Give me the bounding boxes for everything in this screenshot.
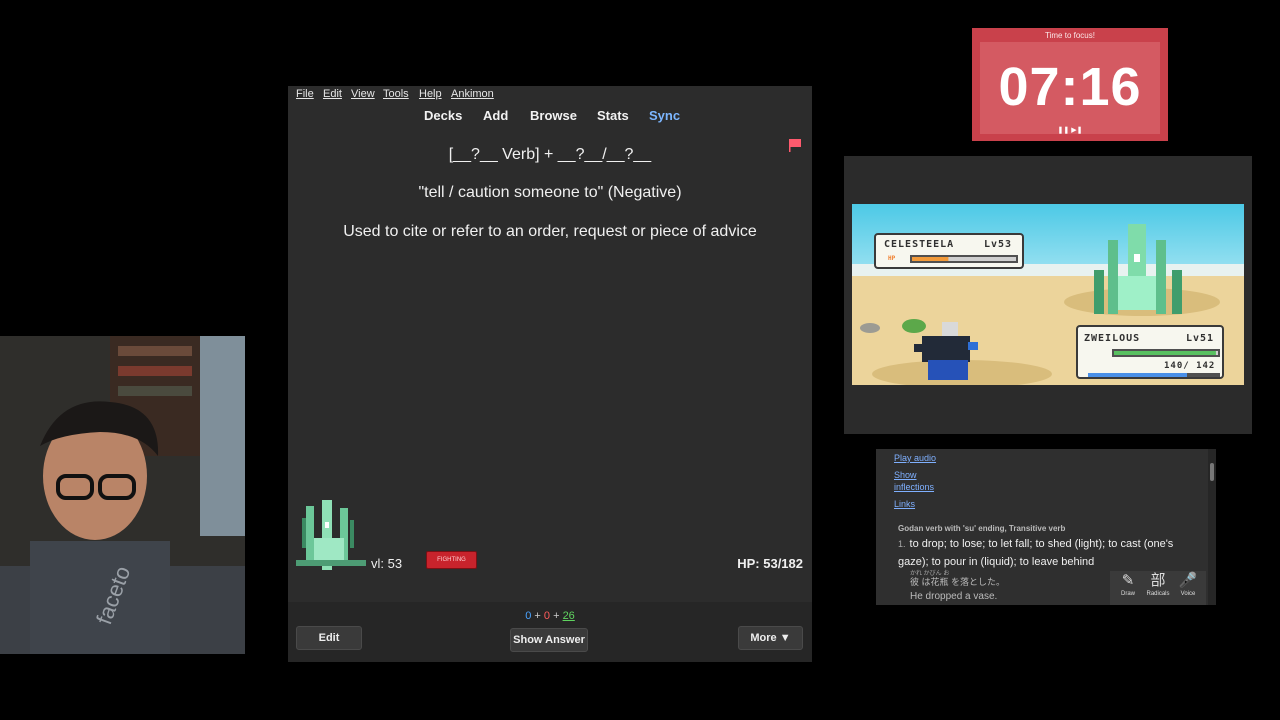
player-name: ZWEILOUS: [1084, 333, 1141, 344]
toolbar-sync[interactable]: Sync: [649, 108, 680, 123]
player-hp-box: ZWEILOUS Lv51 140/ 142: [1076, 325, 1224, 379]
radicals-tool[interactable]: 部 Radicals: [1143, 572, 1173, 598]
example-english: He dropped a vase.: [910, 591, 998, 602]
radical-icon: 部: [1150, 572, 1166, 589]
ankimon-level: vl: 53: [371, 556, 403, 571]
definition-text: to drop; to lose; to let fall; to shed (…: [898, 538, 1174, 568]
enemy-hp-bar: [910, 255, 1018, 263]
dictionary-popup: Play audio Show inflections Links Godan …: [876, 449, 1216, 605]
enemy-name: CELESTEELA: [884, 239, 955, 250]
ankimon-hp: HP: 53/182: [737, 556, 803, 571]
new-count: 0: [525, 610, 532, 622]
definition-number: 1.: [898, 539, 906, 549]
voice-label: Voice: [1180, 591, 1196, 597]
player-exp-bar: [1088, 373, 1220, 377]
count-separator: +: [534, 610, 541, 622]
timer-time: 07:16: [998, 57, 1142, 117]
toolbar-decks[interactable]: Decks: [424, 108, 462, 123]
timer-title: Time to focus!: [1045, 31, 1095, 40]
player-pokemon-sprite: [914, 322, 978, 380]
webcam-image: faceto: [0, 336, 245, 654]
card-front-pattern: [__?__ Verb] + __?__/__?__: [448, 146, 652, 163]
enemy-pokemon-sprite: [1094, 224, 1182, 314]
menu-ankimon[interactable]: Ankimon: [451, 88, 494, 100]
part-of-speech: Godan verb with 'su' ending, Transitive …: [898, 524, 1066, 533]
enemy-hp-label: HP: [888, 255, 896, 262]
draw-label: Draw: [1120, 591, 1135, 597]
menu-help[interactable]: Help: [419, 88, 442, 100]
card-front-usage: Used to cite or refer to an order, reque…: [343, 223, 757, 240]
ankimon-pokemon-sprite: [296, 500, 366, 570]
show-inflections-link[interactable]: Show: [894, 470, 917, 480]
links-link[interactable]: Links: [894, 499, 915, 509]
review-bottom-bar: 0 + 0 + 26 Edit Show Answer More ▼: [288, 602, 812, 662]
toolbar-browse[interactable]: Browse: [530, 108, 577, 123]
focus-timer: Time to focus! 07:16 ❚❚ ▶❚: [972, 28, 1168, 141]
toolbar-add[interactable]: Add: [483, 108, 508, 123]
player-hp-text: 140/ 142: [1164, 361, 1216, 371]
timer-controls[interactable]: ❚❚ ▶❚: [972, 126, 1168, 134]
microphone-icon: 🎤: [1178, 572, 1198, 589]
player-hp-bar: [1112, 349, 1220, 357]
count-separator: +: [553, 610, 560, 622]
enemy-level: Lv53: [984, 239, 1013, 250]
battle-scene: CELESTEELA Lv53 HP ZWEILOUS Lv51 140/ 14…: [852, 204, 1244, 385]
scrollbar-thumb[interactable]: [1210, 463, 1214, 481]
inflections-link[interactable]: inflections: [894, 482, 934, 492]
menu-file[interactable]: File: [296, 88, 314, 100]
webcam-feed: faceto: [0, 336, 245, 654]
top-toolbar: Decks Add Browse Stats Sync: [288, 108, 812, 126]
anki-window: File Edit View Tools Help Ankimon Decks …: [288, 86, 812, 662]
menu-edit[interactable]: Edit: [323, 88, 342, 100]
enemy-hp-box: CELESTEELA Lv53 HP: [874, 233, 1024, 269]
show-answer-button[interactable]: Show Answer: [510, 628, 588, 652]
play-audio-link[interactable]: Play audio: [894, 453, 936, 463]
learn-count: 0: [543, 610, 550, 622]
voice-tool[interactable]: 🎤 Voice: [1173, 572, 1203, 598]
menu-bar: File Edit View Tools Help Ankimon: [288, 86, 812, 104]
dictionary-tools: ✎ Draw 部 Radicals 🎤 Voice: [1110, 571, 1206, 605]
edit-button[interactable]: Edit: [296, 626, 362, 650]
due-count: 26: [562, 610, 575, 622]
example-japanese: 彼 は花瓶 を落とした。: [910, 577, 1006, 587]
draw-tool[interactable]: ✎ Draw: [1113, 572, 1143, 598]
player-level: Lv51: [1186, 333, 1215, 344]
definition: 1. to drop; to lose; to let fall; to shed…: [898, 535, 1196, 571]
more-button[interactable]: More ▼: [738, 626, 803, 650]
menu-view[interactable]: View: [351, 88, 375, 100]
menu-tools[interactable]: Tools: [383, 88, 409, 100]
game-capture-panel: CELESTEELA Lv53 HP ZWEILOUS Lv51 140/ 14…: [844, 156, 1252, 434]
pencil-icon: ✎: [1121, 572, 1135, 589]
card-front-meaning: "tell / caution someone to" (Negative): [418, 184, 682, 201]
dictionary-scrollbar[interactable]: [1208, 449, 1216, 605]
card-counts: 0 + 0 + 26: [288, 610, 812, 622]
ankimon-type-badge: FIGHTING: [426, 551, 477, 569]
toolbar-stats[interactable]: Stats: [597, 108, 629, 123]
radicals-label: Radicals: [1146, 591, 1170, 597]
